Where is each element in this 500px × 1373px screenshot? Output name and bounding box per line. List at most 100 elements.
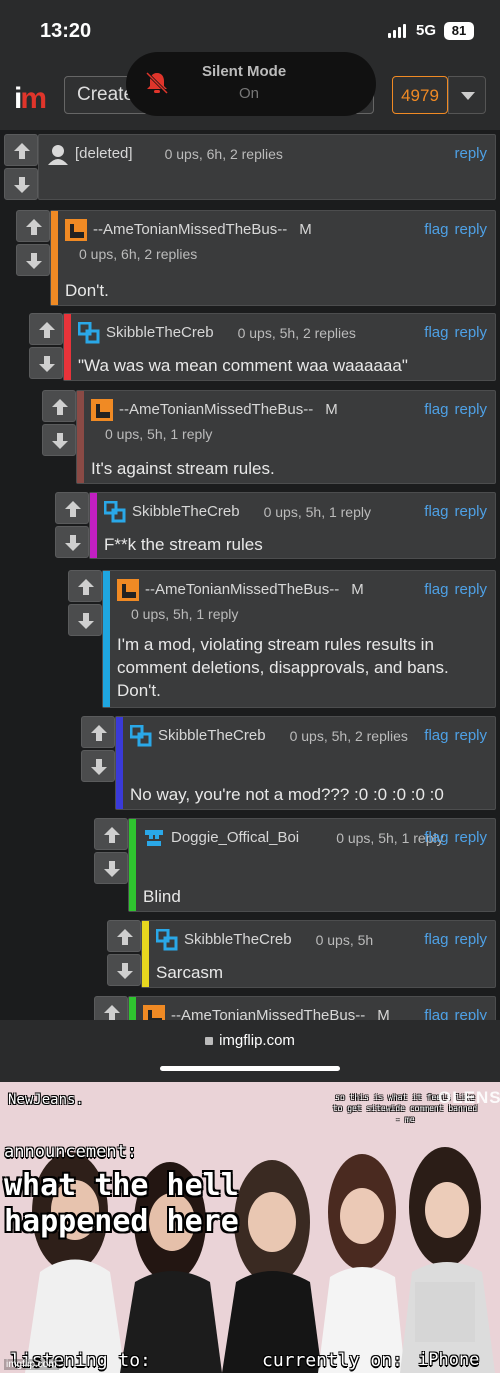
comment-body: I'm a mod, violating stream rules result… (117, 635, 449, 700)
downvote-button[interactable] (16, 244, 50, 276)
downvote-button[interactable] (107, 954, 141, 986)
chevron-down-icon[interactable] (448, 76, 486, 114)
comment: --AmeTonianMissedTheBus-- M 0 ups, 5h, 1 r… (102, 570, 496, 708)
home-indicator[interactable] (160, 1066, 340, 1071)
arrow-down-icon (91, 759, 107, 775)
downvote-button[interactable] (55, 526, 89, 558)
upvote-button[interactable] (55, 492, 89, 524)
reply-link[interactable]: reply (454, 221, 487, 238)
comment: --AmeTonianMissedTheBus-- M flag reply (128, 996, 496, 1020)
reply-link[interactable]: reply (454, 503, 487, 520)
arrow-up-icon (65, 501, 81, 517)
avatar[interactable] (91, 399, 113, 421)
signal-icon (388, 24, 406, 38)
newjeans-label: NewJeans. (8, 1092, 84, 1108)
comment-username[interactable]: --AmeTonianMissedTheBus-- M (145, 581, 364, 598)
downvote-button[interactable] (4, 168, 38, 200)
flag-link[interactable]: flag (424, 503, 448, 520)
announcement-text: what the hell happened here (4, 1168, 239, 1239)
reply-link[interactable]: reply (454, 931, 487, 948)
comment-meta: 0 ups, 5h, 2 replies (289, 728, 408, 744)
downvote-button[interactable] (81, 750, 115, 782)
arrow-up-icon (104, 1005, 120, 1020)
comment-username[interactable]: SkibbleTheCreb (184, 931, 292, 948)
mod-badge: M (299, 221, 312, 238)
status-time: 13:20 (40, 20, 92, 42)
avatar[interactable] (104, 501, 126, 523)
flag-link[interactable]: flag (424, 1007, 448, 1020)
thread-color-bar (51, 211, 58, 305)
arrow-up-icon (117, 929, 133, 945)
reply-link[interactable]: reply (454, 324, 487, 341)
user-avatar-icon[interactable] (47, 143, 69, 165)
comment-meta: 0 ups, 6h, 2 replies (164, 146, 283, 162)
downvote-button[interactable] (42, 424, 76, 456)
upvote-button[interactable] (42, 390, 76, 422)
upvote-button[interactable] (107, 920, 141, 952)
points-button[interactable]: 4979 (392, 76, 448, 114)
comment: --AmeTonianMissedTheBus-- M 0 ups, 6h, 2 r… (50, 210, 496, 306)
notification-subtitle: On (239, 85, 260, 102)
upvote-button[interactable] (94, 996, 128, 1020)
comment-username[interactable]: --AmeTonianMissedTheBus-- M (93, 221, 312, 238)
avatar[interactable] (143, 827, 165, 849)
comment-meta: 0 ups, 5h, 1 reply (105, 426, 213, 442)
downvote-button[interactable] (29, 347, 63, 379)
announcement-label: announcement: (4, 1142, 138, 1162)
comment-username[interactable]: Doggie_Offical_Boi (171, 829, 299, 846)
thread-color-bar (129, 819, 136, 911)
reply-link[interactable]: reply (454, 145, 487, 162)
comment-username[interactable]: --AmeTonianMissedTheBus-- M (119, 401, 338, 418)
currently-value: iPhone (418, 1350, 480, 1370)
avatar[interactable] (130, 725, 152, 747)
comment-username[interactable]: [deleted] (75, 145, 133, 162)
upvote-button[interactable] (4, 134, 38, 166)
upvote-button[interactable] (68, 570, 102, 602)
mod-badge: M (325, 401, 338, 418)
reply-link[interactable]: reply (454, 1007, 487, 1020)
comment: SkibbleTheCreb 0 ups, 5h, 2 replies No way… (115, 716, 496, 810)
imgflip-logo[interactable]: im (14, 82, 47, 116)
reply-link[interactable]: reply (454, 829, 487, 846)
avatar[interactable] (78, 322, 100, 344)
silent-mode-notification: Silent Mode On (126, 52, 376, 116)
reply-link[interactable]: reply (454, 727, 487, 744)
comment-username[interactable]: --AmeTonianMissedTheBus-- M (171, 1007, 390, 1020)
thread-color-bar (103, 571, 110, 707)
url-bar[interactable]: imgflip.com (0, 1032, 500, 1049)
upvote-button[interactable] (94, 818, 128, 850)
comment-actions: flag reply (418, 221, 487, 238)
comment: SkibbleTheCreb 0 ups, 5h Sarcasm flag reply (141, 920, 496, 988)
comment-body: F**k the stream rules (104, 535, 263, 554)
reply-link[interactable]: reply (454, 401, 487, 418)
thread-color-bar (116, 717, 123, 809)
arrow-down-icon (117, 963, 133, 979)
comment-actions: flag reply (418, 931, 487, 948)
comment-username[interactable]: SkibbleTheCreb (106, 324, 214, 341)
flag-link[interactable]: flag (424, 931, 448, 948)
comment-username[interactable]: SkibbleTheCreb (132, 503, 240, 520)
comment-username[interactable]: SkibbleTheCreb (158, 727, 266, 744)
arrow-up-icon (14, 143, 30, 159)
network-type: 5G (416, 22, 437, 39)
comment-actions: flag reply (418, 503, 487, 520)
comment: [deleted] 0 ups, 6h, 2 replies reply (38, 134, 496, 200)
avatar[interactable] (143, 1005, 165, 1020)
avatar[interactable] (117, 579, 139, 601)
flag-link[interactable]: flag (424, 401, 448, 418)
downvote-button[interactable] (94, 852, 128, 884)
upvote-button[interactable] (81, 716, 115, 748)
flag-link[interactable]: flag (424, 727, 448, 744)
flag-link[interactable]: flag (424, 324, 448, 341)
downvote-button[interactable] (68, 604, 102, 636)
comment: --AmeTonianMissedTheBus-- M 0 ups, 5h, 1 r… (76, 390, 496, 484)
upvote-button[interactable] (29, 313, 63, 345)
flag-link[interactable]: flag (424, 581, 448, 598)
upvote-button[interactable] (16, 210, 50, 242)
thread-color-bar (64, 314, 71, 380)
flag-link[interactable]: flag (424, 829, 448, 846)
flag-link[interactable]: flag (424, 221, 448, 238)
avatar[interactable] (156, 929, 178, 951)
reply-link[interactable]: reply (454, 581, 487, 598)
avatar[interactable] (65, 219, 87, 241)
